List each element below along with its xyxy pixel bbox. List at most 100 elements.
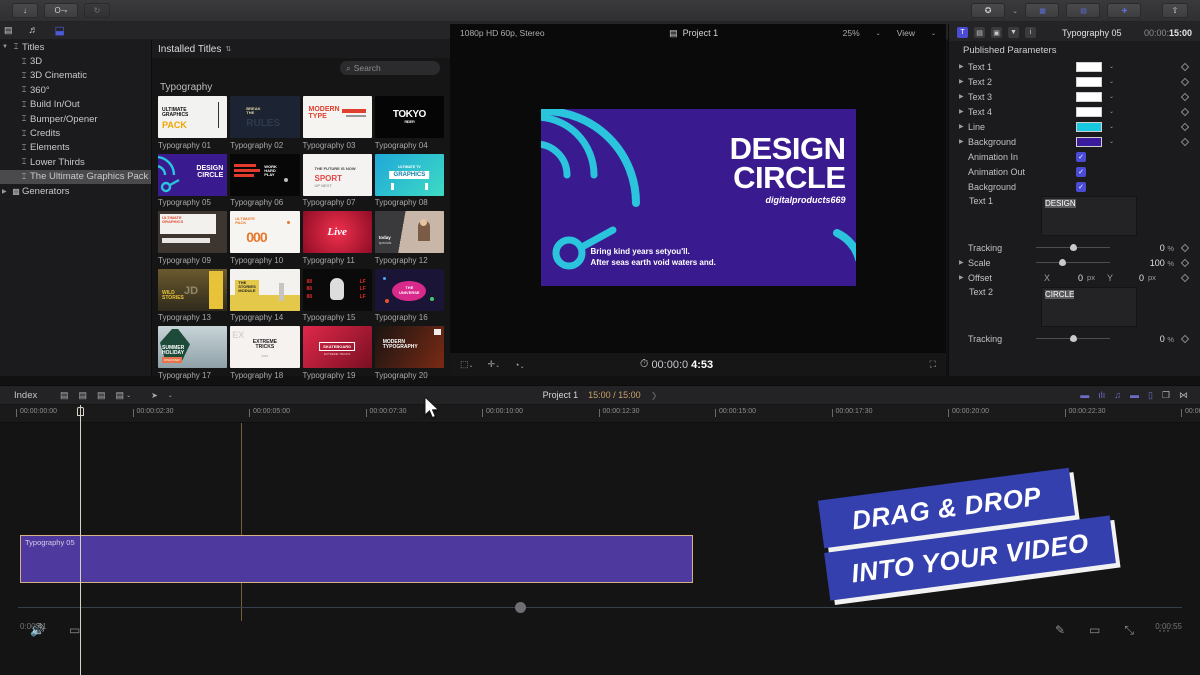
sidebar-item-360[interactable]: ⌶360° — [0, 83, 151, 97]
text1-input[interactable]: DESIGN — [1041, 196, 1137, 236]
picture-in-picture-icon[interactable]: ▭ — [1089, 623, 1100, 638]
disclosure-open-icon[interactable]: ▼ — [2, 44, 10, 50]
import-media-button[interactable]: ↓ — [12, 3, 38, 18]
parameter-checkbox[interactable]: ✓ — [1076, 182, 1086, 192]
timeline-zoom-knob[interactable] — [515, 602, 526, 613]
video-inspector-tab[interactable]: ▣ — [991, 27, 1002, 38]
offset-disclosure-icon[interactable]: ▶ — [959, 274, 968, 281]
sidebar-item-3d[interactable]: ⌶3D — [0, 54, 151, 68]
color-chevron-icon[interactable]: ⌄ — [1109, 123, 1114, 130]
overwrite-clip-icon[interactable]: ▤ — [116, 390, 125, 401]
tracking-value-2[interactable]: 0 % — [1160, 334, 1174, 344]
browser-item[interactable]: MODERNTYPETypography 03 — [303, 96, 372, 150]
keyframe-icon[interactable] — [1181, 334, 1189, 342]
keyframe-icon[interactable] — [1181, 62, 1189, 70]
browser-item[interactable]: ULTIMATEGRAPHICSTypography 09 — [158, 211, 227, 265]
viewer-canvas[interactable]: DESIGN CIRCLE digitalproducts669 Bring k… — [541, 109, 856, 286]
media-browser-button[interactable]: ▦ — [1025, 3, 1059, 18]
color-chevron-icon[interactable]: ⌄ — [1109, 138, 1114, 145]
sidebar-item-credits[interactable]: ⌶Credits — [0, 126, 151, 140]
effects-chevron-icon[interactable]: ⌄ — [1012, 7, 1018, 15]
browser-header[interactable]: Installed Titles ⇅ — [152, 40, 450, 58]
headphones-icon[interactable]: ♫ — [1114, 390, 1121, 400]
keyframe-icon[interactable] — [1181, 77, 1189, 85]
color-inspector-tab[interactable]: ▼ — [1008, 27, 1019, 38]
browser-item[interactable]: SKATEBOARDEXTREME TRICKSTypography 19 — [303, 326, 372, 380]
color-chevron-icon[interactable]: ⌄ — [1109, 108, 1114, 115]
keyframe-icon[interactable] — [1181, 107, 1189, 115]
crop-tool-icon[interactable]: ⬚⌄ — [460, 359, 474, 370]
keyframe-icon[interactable] — [1181, 243, 1189, 251]
browser-item[interactable]: DESIGNCIRCLETypography 05 — [158, 154, 227, 208]
insert-clip-icon[interactable]: ▤ — [79, 390, 88, 401]
subtitles-icon[interactable]: ▭ — [69, 623, 80, 637]
snapping-icon[interactable]: ▯ — [1148, 390, 1153, 401]
browser-item[interactable]: LiveTypography 11 — [303, 211, 372, 265]
timeline-ruler[interactable]: 00:00:00:0000:00:02:3000:00:05:0000:00:0… — [0, 405, 1200, 423]
clip-height-icon[interactable]: ▬ — [1130, 390, 1139, 400]
text2-input[interactable]: CIRCLE — [1041, 287, 1137, 327]
color-chevron-icon[interactable]: ⌄ — [1109, 93, 1114, 100]
tracking-value[interactable]: 0 % — [1160, 243, 1174, 253]
timeline-expand-icon[interactable]: ⋈ — [1179, 390, 1188, 401]
browser-item[interactable]: ULTIMATEGRAPHICSPACKTypography 01 — [158, 96, 227, 150]
audio-meters-icon[interactable]: ılı — [1098, 390, 1105, 400]
browser-item[interactable]: MODERNTYPOGRAPHYTypography 20 — [375, 326, 444, 380]
keyword-button[interactable]: O⇁ — [44, 3, 78, 18]
disclosure-icon[interactable]: ▶ — [959, 78, 968, 85]
sidebar-item-lower-thirds[interactable]: ⌶Lower Thirds — [0, 155, 151, 169]
browser-item[interactable]: ULTIMATE TVGRAPHICSTypography 08 — [375, 154, 444, 208]
select-tool-icon[interactable]: ➤ — [151, 391, 158, 400]
more-options-icon[interactable]: ··· — [1158, 623, 1170, 638]
tracking-slider-2[interactable] — [1036, 338, 1110, 339]
browser-item[interactable]: THE FUTURE IS NOWSPORTUP NEXTTypography … — [303, 154, 372, 208]
sidebar-item-build-in-out[interactable]: ⌶Build In/Out — [0, 98, 151, 112]
volume-icon[interactable]: 🔊 — [30, 623, 45, 637]
sidebar-item-bumper-opener[interactable]: ⌶Bumper/Opener — [0, 112, 151, 126]
timeline-index-button[interactable]: Index — [0, 390, 60, 401]
browser-item[interactable]: todayspecialsTypography 12 — [375, 211, 444, 265]
disclosure-icon[interactable]: ▶ — [959, 108, 968, 115]
browser-item[interactable]: THESTORIESMODULETypography 14 — [230, 269, 299, 323]
offset-y-value[interactable]: 0 — [1139, 273, 1144, 283]
scale-slider[interactable] — [1036, 262, 1110, 263]
sidebar-item-elements[interactable]: ⌶Elements — [0, 141, 151, 155]
offset-x-value[interactable]: 0 — [1078, 273, 1083, 283]
timeline-body[interactable]: Typography 05 0:00:41 0:00:55 — [0, 423, 1200, 675]
titles-generators-button[interactable]: ✚ — [1107, 3, 1141, 18]
color-swatch[interactable] — [1076, 137, 1102, 147]
browser-item[interactable]: WORKHARDPLAYTypography 06 — [230, 154, 299, 208]
browser-item[interactable]: EXEXTREMETRICKS2024Typography 18 — [230, 326, 299, 380]
timeline-panel[interactable]: 00:00:00:0000:00:02:3000:00:05:0000:00:0… — [0, 405, 1200, 675]
view-chevron-icon[interactable]: ⌄ — [931, 30, 936, 37]
browser-item[interactable]: TOKYORIDERTypography 04 — [375, 96, 444, 150]
color-swatch[interactable] — [1076, 62, 1102, 72]
titles-generators-icon[interactable]: ⬓ — [39, 24, 65, 37]
edit-pencil-icon[interactable]: ✎ — [1055, 623, 1065, 638]
color-swatch[interactable] — [1076, 107, 1102, 117]
timeline-index-icon[interactable]: ▤ — [60, 390, 69, 401]
select-tool-chevron-icon[interactable]: ⌄ — [168, 392, 173, 399]
library-sidebar[interactable]: ▼⌶Titles⌶3D⌶3D Cinematic⌶360°⌶Build In/O… — [0, 40, 152, 376]
viewer-view-button[interactable]: View — [897, 28, 915, 38]
color-swatch[interactable] — [1076, 92, 1102, 102]
browser-item[interactable]: SUMMERHOLIDAYDISCOVERTypography 17 — [158, 326, 227, 380]
disclosure-closed-icon[interactable]: ▶ — [2, 188, 10, 195]
scale-value[interactable]: 100 % — [1150, 258, 1174, 268]
clip-appearance-icon[interactable]: ▬ — [1080, 390, 1089, 400]
disclosure-icon[interactable]: ▶ — [959, 93, 968, 100]
photos-audio-button[interactable]: ▤ — [1066, 3, 1100, 18]
disclosure-icon[interactable]: ▶ — [959, 123, 968, 130]
sidebar-item-3d-cinematic[interactable]: ⌶3D Cinematic — [0, 69, 151, 83]
keyframe-icon[interactable] — [1181, 137, 1189, 145]
keyframe-icon[interactable] — [1181, 273, 1189, 281]
transform-tool-icon[interactable]: ✛⌄ — [488, 359, 501, 370]
timeline-clip[interactable]: Typography 05 — [20, 535, 693, 583]
effects-library-button[interactable]: ✪ — [971, 3, 1005, 18]
zoom-chevron-icon[interactable]: ⌄ — [876, 30, 881, 37]
color-swatch[interactable] — [1076, 122, 1102, 132]
disclosure-icon[interactable]: ▶ — [959, 138, 968, 145]
generator-inspector-tab[interactable]: ▤ — [974, 27, 985, 38]
search-input[interactable]: ⌕ Search — [340, 61, 440, 75]
viewer-zoom-level[interactable]: 25% — [843, 28, 860, 38]
